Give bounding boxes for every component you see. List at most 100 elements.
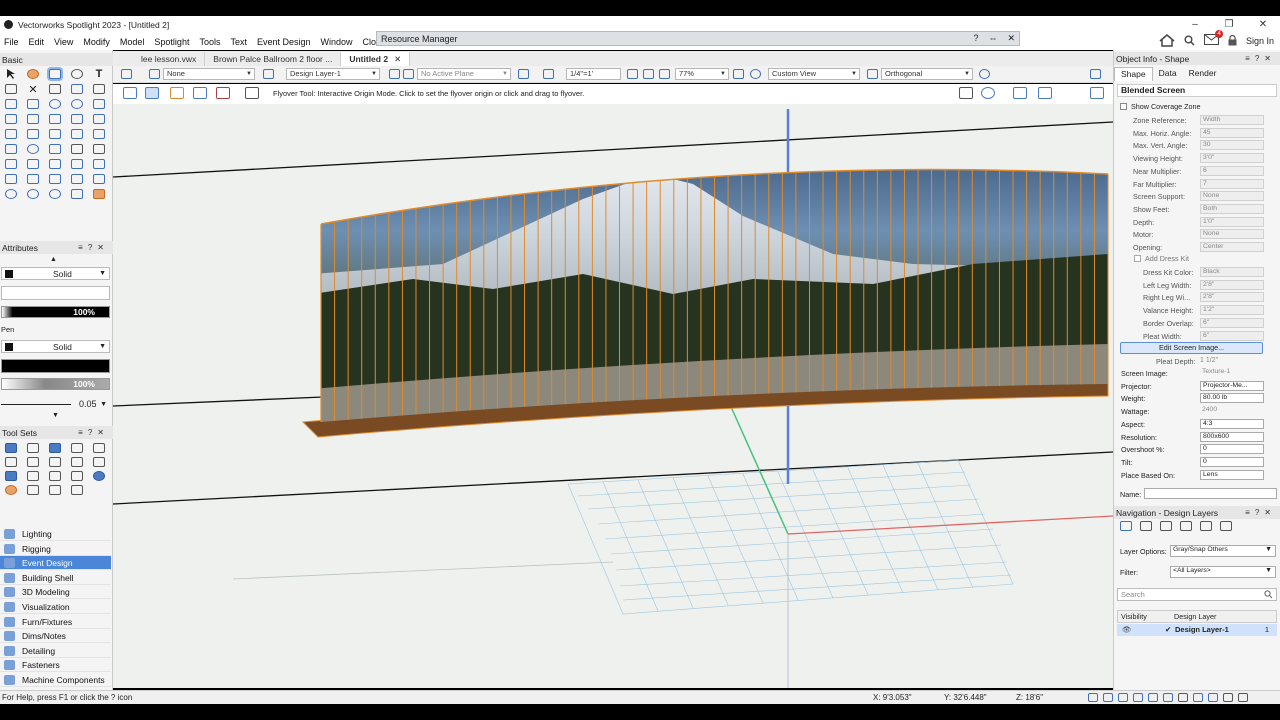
overshoot-value[interactable]: 0 — [1200, 444, 1264, 455]
offset-tool[interactable] — [2, 128, 20, 140]
notifications-button[interactable]: 4 — [1203, 30, 1223, 47]
toolset-3d-modeling[interactable]: 3D Modeling — [0, 585, 111, 599]
pen-tool[interactable] — [68, 143, 86, 155]
object-info-controls[interactable]: ≡?✕ — [1245, 52, 1276, 65]
scale-icon[interactable] — [543, 69, 554, 79]
rounded-rect-tool[interactable] — [24, 98, 42, 110]
flyover-tool[interactable] — [46, 68, 64, 80]
tab-shape[interactable]: Shape — [1114, 67, 1153, 81]
toolset-machine-components[interactable]: Machine Components — [0, 673, 111, 687]
smart-edge-icon[interactable] — [1193, 693, 1203, 702]
fill-color-bar[interactable] — [1, 286, 110, 300]
stage-tool[interactable] — [2, 442, 20, 454]
toolset-event-design[interactable]: Event Design — [0, 556, 111, 570]
toolset-lighting[interactable]: Lighting — [0, 527, 111, 541]
tool-sets-header[interactable]: Tool Sets ≡?✕ — [0, 426, 113, 439]
slice-tool[interactable] — [2, 173, 20, 185]
no-tool[interactable] — [2, 188, 20, 200]
shape-tool[interactable] — [90, 158, 108, 170]
col-design-layer[interactable]: Design Layer — [1174, 611, 1216, 622]
polygon-tool[interactable] — [24, 113, 42, 125]
home-icon[interactable] — [1159, 34, 1175, 47]
plane-icon-a[interactable] — [389, 69, 400, 79]
toolset-fasteners[interactable]: Fasteners — [0, 658, 111, 672]
person-tool[interactable] — [2, 484, 20, 496]
weight-value[interactable]: 80.00 lb — [1200, 393, 1264, 404]
name-input[interactable] — [1144, 488, 1277, 499]
edit-layer-icon[interactable] — [1200, 521, 1212, 531]
camera-tool[interactable] — [46, 484, 64, 496]
paint-tool[interactable] — [24, 188, 42, 200]
drape-tool[interactable] — [68, 456, 86, 468]
deck-tool[interactable] — [24, 456, 42, 468]
arc-tool[interactable] — [90, 98, 108, 110]
polyline-tool[interactable] — [90, 83, 108, 95]
add-dress-kit-checkbox[interactable]: Add Dress Kit — [1134, 254, 1189, 263]
blended-screen-tool[interactable] — [2, 470, 20, 482]
layer-icon[interactable] — [263, 69, 274, 79]
fillet-tool[interactable] — [24, 128, 42, 140]
toolset-visualization[interactable]: Visualization — [0, 600, 111, 614]
sign-in-link[interactable]: Sign In — [1246, 36, 1274, 46]
toolset-dims-notes[interactable]: Dims/Notes — [0, 629, 111, 643]
tab-untitled-2[interactable]: Untitled 2 ✕ — [341, 52, 411, 66]
zoom-tool[interactable] — [68, 68, 86, 80]
hexagon-tool[interactable] — [90, 113, 108, 125]
cube-mode-icon[interactable] — [170, 87, 184, 99]
tab-brown-palace[interactable]: Brown Palce Ballroom 2 floor ... — [205, 52, 342, 66]
menu-tools[interactable]: Tools — [199, 37, 220, 47]
pen-style-select[interactable]: Solid ▼ — [1, 340, 110, 353]
snap-angle-icon[interactable] — [1118, 693, 1128, 702]
fill-arrow-up-icon[interactable]: ▲ — [50, 256, 57, 263]
reshape-tool[interactable] — [68, 128, 86, 140]
render-icon[interactable] — [750, 69, 761, 79]
flyover-mode-icon[interactable] — [123, 87, 137, 99]
pen-opacity-bar[interactable]: 100% — [1, 378, 110, 390]
view-bar-menu-icon[interactable] — [1090, 69, 1101, 79]
layer-row[interactable]: 👁 ✔ Design Layer-1 1 — [1117, 624, 1277, 636]
tab-lee-lesson[interactable]: lee lesson.vwx — [133, 52, 206, 66]
settings-gear-icon[interactable] — [981, 87, 995, 99]
projector-value[interactable]: Projector-Me... — [1200, 380, 1264, 391]
toolset-rigging[interactable]: Rigging — [0, 542, 111, 556]
pen-color-swatch[interactable] — [5, 342, 13, 351]
trim-tool[interactable] — [90, 128, 108, 140]
plane-options-icon[interactable] — [518, 69, 529, 79]
delete-layer-icon[interactable] — [1220, 521, 1232, 531]
display-tool[interactable] — [68, 470, 86, 482]
drawing-viewport[interactable] — [113, 104, 1113, 688]
snap-loci-icon[interactable] — [1178, 693, 1188, 702]
resource-dock-button[interactable]: ⇔ — [988, 32, 997, 45]
fill-opacity-bar[interactable]: 100% — [1, 306, 110, 318]
camera-match-icon[interactable] — [959, 87, 973, 99]
projection-icon[interactable] — [867, 69, 878, 79]
basic-palette-header[interactable]: Basic — [0, 53, 113, 66]
clip-tool[interactable] — [46, 128, 64, 140]
seating-tool[interactable] — [2, 456, 20, 468]
edit-screen-image-button[interactable]: Edit Screen Image... — [1120, 342, 1263, 354]
attribute-tool[interactable] — [46, 188, 64, 200]
extrude-tool[interactable] — [90, 188, 108, 200]
col-visibility[interactable]: Visibility — [1121, 611, 1147, 622]
rectangle-tool[interactable] — [2, 98, 20, 110]
render-mode-icon[interactable] — [979, 69, 990, 79]
toolset-building-shell[interactable]: Building Shell — [0, 571, 111, 585]
menu-event-design[interactable]: Event Design — [257, 37, 311, 47]
smooth-tool[interactable] — [46, 158, 64, 170]
snap-intersect-icon[interactable] — [1133, 693, 1143, 702]
mode-bar-menu-icon[interactable] — [1090, 87, 1104, 99]
speaker-tool[interactable] — [24, 484, 42, 496]
layer-options-select[interactable]: Gray/Snap Others ▼ — [1170, 545, 1276, 557]
back-icon[interactable] — [121, 69, 132, 79]
resolution-value[interactable]: 800x600 — [1200, 431, 1264, 442]
led-wall-tool[interactable] — [46, 470, 64, 482]
diamond-mode-icon[interactable] — [193, 87, 207, 99]
show-coverage-checkbox[interactable]: Show Coverage Zone — [1120, 102, 1201, 111]
dim-h-tool[interactable] — [24, 173, 42, 185]
blended-screen[interactable] — [301, 144, 1113, 438]
snap-icon[interactable] — [1013, 87, 1027, 99]
tilt-value[interactable]: 0 — [1200, 456, 1264, 467]
fill-style-select[interactable]: Solid ▼ — [1, 267, 110, 280]
menu-spotlight[interactable]: Spotlight — [154, 37, 189, 47]
spiral-tool[interactable] — [68, 113, 86, 125]
